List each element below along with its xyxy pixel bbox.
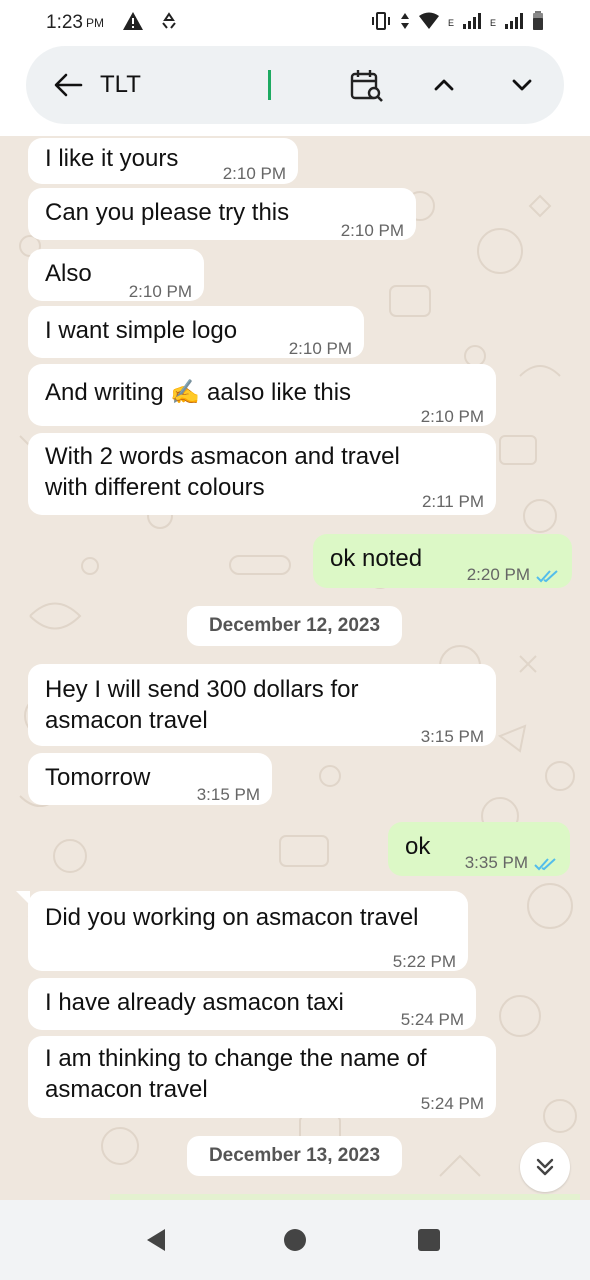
date-separator: December 13, 2023 bbox=[187, 1136, 402, 1176]
message-time: 5:24 PM bbox=[400, 1010, 464, 1029]
double-check-read-icon bbox=[534, 857, 556, 870]
chevron-up-icon bbox=[434, 79, 454, 91]
scroll-to-bottom-button[interactable] bbox=[520, 1142, 570, 1192]
message-time-text: 2:20 PM bbox=[466, 565, 530, 584]
recycle-icon bbox=[160, 11, 178, 35]
vibrate-icon bbox=[370, 11, 392, 35]
arrow-left-icon bbox=[54, 73, 83, 97]
warning-icon bbox=[122, 11, 144, 36]
date-separator: December 12, 2023 bbox=[187, 606, 402, 646]
message-text-before: And writing bbox=[45, 379, 164, 406]
system-navigation-bar bbox=[0, 1200, 590, 1280]
status-time: 1:23 bbox=[46, 12, 83, 33]
message-text: I like it yours bbox=[45, 145, 179, 172]
chevron-down-icon bbox=[512, 79, 532, 91]
message-bubble-incoming[interactable]: With 2 words asmacon and travel with dif… bbox=[28, 433, 496, 515]
message-bubble-incoming[interactable]: I am thinking to change the name of asma… bbox=[28, 1036, 496, 1118]
message-time: 2:10 PM bbox=[288, 339, 352, 358]
recents-square-icon bbox=[418, 1229, 440, 1251]
signal-strength-2-icon bbox=[504, 12, 524, 34]
battery-icon bbox=[532, 10, 544, 36]
message-time: 3:35 PM bbox=[465, 847, 558, 878]
message-bubble-incoming[interactable]: Did you working on asmacon travel 5:22 P… bbox=[28, 891, 468, 971]
message-text-line-1: Hey I will send 300 dollars for bbox=[45, 676, 359, 703]
message-text: ok bbox=[405, 833, 431, 860]
message-time: 2:11 PM bbox=[421, 492, 484, 511]
previous-result-button[interactable] bbox=[416, 57, 472, 113]
message-bubble-incoming[interactable]: Can you please try this 2:10 PM bbox=[28, 188, 416, 240]
message-text-after: aalso like this bbox=[206, 379, 352, 406]
message-text: ok noted bbox=[330, 545, 423, 572]
message-text: Did you working on asmacon travel bbox=[45, 904, 419, 931]
signal-strength-1-icon bbox=[462, 12, 482, 34]
message-text: Can you please try this bbox=[45, 199, 290, 226]
home-circle-icon bbox=[284, 1229, 306, 1251]
message-bubble-outgoing[interactable]: ok noted 2:20 PM bbox=[313, 534, 572, 588]
message-text-line-2: with different colours bbox=[45, 474, 265, 501]
double-check-read-icon bbox=[536, 569, 558, 582]
message-text: Also bbox=[45, 260, 92, 287]
wifi-icon bbox=[418, 12, 440, 35]
data-arrows-icon bbox=[400, 12, 410, 35]
message-time: 2:10 PM bbox=[128, 282, 192, 301]
network-badge-1: E bbox=[447, 18, 454, 28]
message-text-line-2: asmacon travel bbox=[45, 707, 208, 734]
search-pill bbox=[26, 46, 564, 124]
search-input[interactable] bbox=[100, 65, 270, 105]
message-bubble-incoming[interactable]: I like it yours 2:10 PM bbox=[28, 138, 298, 184]
message-time: 2:20 PM bbox=[467, 559, 560, 590]
back-button[interactable] bbox=[40, 57, 96, 113]
message-bubble-incoming[interactable]: And writing ✍️ aalso like this 2:10 PM bbox=[28, 364, 496, 426]
nav-recents-button[interactable] bbox=[403, 1214, 455, 1266]
message-time: 2:10 PM bbox=[420, 407, 484, 426]
nav-back-button[interactable] bbox=[130, 1214, 182, 1266]
message-time-text: 3:35 PM bbox=[464, 853, 528, 872]
message-bubble-incoming[interactable]: Tomorrow 3:15 PM bbox=[28, 753, 272, 805]
message-bubble-incoming[interactable]: Hey I will send 300 dollars for asmacon … bbox=[28, 664, 496, 746]
message-text: I have already asmacon taxi bbox=[45, 989, 344, 1016]
chat-area[interactable]: I like it yours 2:10 PM Can you please t… bbox=[0, 136, 590, 1200]
search-toolbar bbox=[0, 46, 590, 136]
text-cursor bbox=[268, 70, 271, 100]
message-time: 2:10 PM bbox=[222, 164, 286, 183]
message-text: And writing ✍️ aalso like this bbox=[45, 377, 351, 408]
message-bubble-incoming[interactable]: I want simple logo 2:10 PM bbox=[28, 306, 364, 358]
status-system-icons: E E bbox=[370, 10, 544, 36]
message-bubble-incoming[interactable]: Also 2:10 PM bbox=[28, 249, 204, 301]
status-bar: 1:23 PM E E bbox=[0, 0, 590, 46]
status-notification-icons bbox=[122, 11, 178, 36]
message-text: Tomorrow bbox=[45, 764, 151, 791]
message-bubble-outgoing[interactable]: ok 3:35 PM bbox=[388, 822, 570, 876]
message-text-line-2: asmacon travel bbox=[45, 1076, 208, 1103]
double-chevron-down-icon bbox=[536, 1158, 554, 1176]
writing-hand-emoji: ✍️ bbox=[170, 379, 201, 406]
message-time: 5:22 PM bbox=[392, 952, 456, 971]
calendar-search-icon bbox=[350, 70, 383, 102]
message-time: 5:24 PM bbox=[420, 1094, 484, 1113]
message-time: 3:15 PM bbox=[420, 727, 484, 746]
search-by-date-button[interactable] bbox=[338, 57, 394, 113]
message-time: 2:10 PM bbox=[340, 221, 404, 240]
message-text: I want simple logo bbox=[45, 317, 238, 344]
back-triangle-icon bbox=[147, 1229, 165, 1251]
nav-home-button[interactable] bbox=[269, 1214, 321, 1266]
message-bubble-incoming[interactable]: I have already asmacon taxi 5:24 PM bbox=[28, 978, 476, 1030]
network-badge-2: E bbox=[489, 18, 496, 28]
message-text-line-1: I am thinking to change the name of bbox=[45, 1045, 427, 1072]
status-ampm: PM bbox=[85, 16, 104, 30]
next-result-button[interactable] bbox=[494, 57, 550, 113]
message-time: 3:15 PM bbox=[196, 785, 260, 804]
message-text-line-1: With 2 words asmacon and travel bbox=[45, 443, 400, 470]
